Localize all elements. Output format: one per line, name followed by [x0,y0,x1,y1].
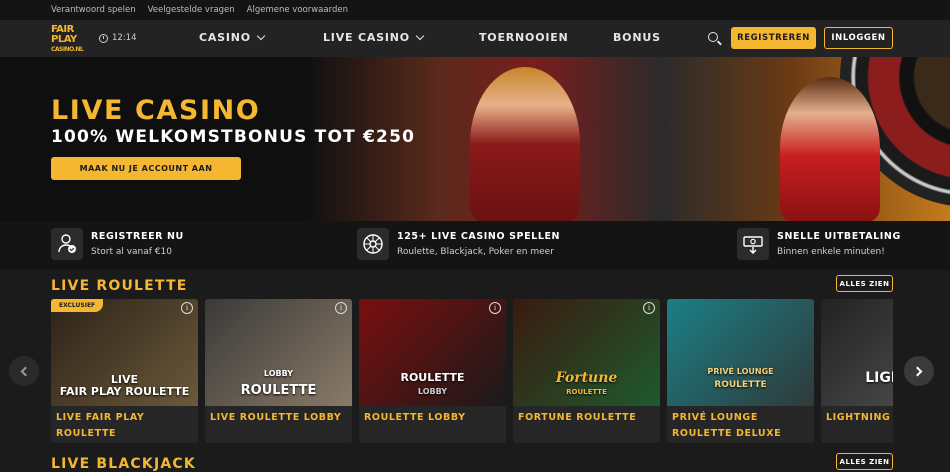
create-account-button[interactable]: MAAK NU JE ACCOUNT AAN [51,157,241,180]
link-terms[interactable]: Algemene voorwaarden [247,5,348,15]
logo-text-domain: CASINO.NL [51,46,84,53]
game-thumbnail: EXCLUSIEF i LIVE FAIR PLAY ROULETTE [51,299,198,406]
game-thumbnail-label: ROULETTE [400,371,465,384]
game-thumbnail: LIGHTN [821,299,893,406]
chevron-right-icon [912,366,923,376]
chevron-down-icon [415,31,425,41]
game-thumbnail-label: ROULETTE [240,383,317,398]
main-navigation: FAIR PLAY CASINO.NL 12:14 CASINO LIVE CA… [0,20,950,57]
usp-register: REGISTREER NU Stort al vanaf €10 [51,228,184,260]
info-icon[interactable]: i [643,302,655,314]
register-button[interactable]: REGISTREREN [731,27,816,49]
usp-payout: SNELLE UITBETALING Binnen enkele minuten… [737,228,901,260]
game-thumbnail: i ROULETTE LOBBY [359,299,506,406]
info-icon[interactable]: i [181,302,193,314]
user-check-icon [51,228,83,260]
game-title: FORTUNE ROULETTE [518,412,637,423]
carousel-prev-button[interactable] [9,356,39,386]
section-title-live-blackjack: LIVE BLACKJACK [51,456,196,472]
game-card[interactable]: LIGHTN LIGHTNING R [821,299,893,443]
clock-time: 12:14 [112,33,137,43]
usp-games: 125+ LIVE CASINO SPELLEN Roulette, Black… [357,228,560,260]
logo[interactable]: FAIR PLAY CASINO.NL [51,25,88,54]
game-thumbnail-sublabel: ROULETTE [566,388,607,396]
link-faq[interactable]: Veelgestelde vragen [148,5,235,15]
roulette-game-carousel: EXCLUSIEF i LIVE FAIR PLAY ROULETTE LIVE… [51,299,893,443]
top-utility-bar: Verantwoord spelen Veelgestelde vragen A… [0,0,950,20]
nav-casino[interactable]: CASINO [199,31,266,44]
game-thumbnail-sublabel: ROULETTE [714,380,767,390]
game-thumbnail-sublabel: LOBBY [417,387,448,396]
game-title: LIGHTNING R [826,412,893,423]
link-responsible-gaming[interactable]: Verantwoord spelen [51,5,136,15]
chevron-down-icon [256,31,266,41]
game-card[interactable]: PRIVÉ LOUNGE ROULETTE PRIVÉ LOUNGE ROULE… [667,299,814,443]
clock-icon [99,33,108,43]
game-card[interactable]: EXCLUSIEF i LIVE FAIR PLAY ROULETTE LIVE… [51,299,198,443]
nav-tournaments-label: TOERNOOIEN [479,31,569,44]
game-thumbnail: PRIVÉ LOUNGE ROULETTE [667,299,814,406]
see-all-blackjack-button[interactable]: ALLES ZIEN [836,453,893,470]
nav-live-casino-label: LIVE CASINO [323,31,410,44]
hostess-image [470,67,580,221]
cash-payout-icon [737,228,769,260]
game-thumbnail-label: PRIVÉ LOUNGE [707,367,774,376]
game-thumbnail: i Fortune ROULETTE [513,299,660,406]
carousel-next-button[interactable] [904,356,934,386]
game-thumbnail-label: Fortune [555,370,618,386]
login-button[interactable]: INLOGGEN [824,27,893,49]
game-title: LIVE ROULETTE LOBBY [210,412,342,423]
see-all-roulette-button[interactable]: ALLES ZIEN [836,275,893,292]
game-title: ROULETTE LOBBY [364,412,466,423]
nav-live-casino[interactable]: LIVE CASINO [323,31,425,44]
nav-tournaments[interactable]: TOERNOOIEN [479,31,569,44]
game-thumbnail: i LOBBY ROULETTE [205,299,352,406]
hero-title: LIVE CASINO [51,95,261,126]
info-icon[interactable]: i [335,302,347,314]
game-card[interactable]: i Fortune ROULETTE FORTUNE ROULETTE [513,299,660,443]
search-icon[interactable] [708,32,718,42]
game-thumbnail-sublabel: LOBBY [263,369,294,378]
usp-payout-text: Binnen enkele minuten! [777,247,885,257]
usp-payout-title: SNELLE UITBETALING [777,231,901,242]
game-thumbnail-label: LIGHTN [865,370,893,386]
usp-games-title: 125+ LIVE CASINO SPELLEN [397,231,561,242]
info-icon[interactable]: i [489,302,501,314]
game-thumbnail-label: LIVE FAIR PLAY ROULETTE [59,373,190,398]
usp-bar: REGISTREER NU Stort al vanaf €10 125+ LI… [0,221,950,270]
nav-casino-label: CASINO [199,31,251,44]
nav-bonus-label: BONUS [613,31,661,44]
clock: 12:14 [99,33,137,43]
game-title: PRIVÉ LOUNGE ROULETTE DELUXE [672,412,782,439]
section-title-live-roulette: LIVE ROULETTE [51,278,188,294]
logo-text-play: PLAY [51,34,77,45]
usp-register-title: REGISTREER NU [91,231,184,242]
chevron-left-icon [20,366,31,376]
hero-banner: LIVE CASINO 100% WELKOMSTBONUS TOT €250 … [0,57,950,221]
nav-bonus[interactable]: BONUS [613,31,661,44]
game-card[interactable]: i ROULETTE LOBBY ROULETTE LOBBY [359,299,506,443]
usp-games-text: Roulette, Blackjack, Poker en meer [397,247,554,257]
game-title: LIVE FAIR PLAY ROULETTE [56,412,145,439]
dealer-image [780,77,880,221]
hero-subtitle: 100% WELKOMSTBONUS TOT €250 [51,127,416,147]
roulette-wheel-icon [357,228,389,260]
usp-register-text: Stort al vanaf €10 [91,247,172,257]
exclusive-badge: EXCLUSIEF [51,299,104,312]
game-card[interactable]: i LOBBY ROULETTE LIVE ROULETTE LOBBY [205,299,352,443]
